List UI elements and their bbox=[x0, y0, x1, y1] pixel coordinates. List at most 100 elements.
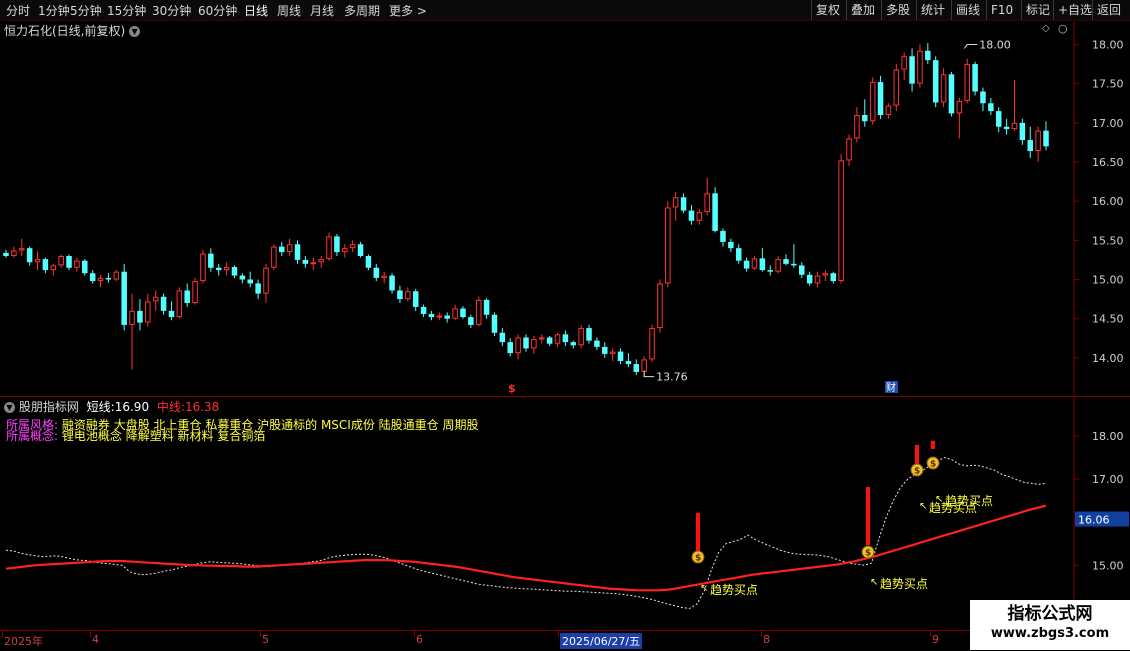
candle-body bbox=[909, 56, 915, 84]
toolbar-button-1[interactable]: 叠加 bbox=[846, 0, 879, 20]
candle-body bbox=[365, 256, 372, 268]
candle-body bbox=[129, 310, 135, 325]
toolbar-button-6[interactable]: 标记 bbox=[1021, 0, 1054, 20]
candle-body bbox=[145, 301, 151, 323]
period-tab-3[interactable]: 15分钟 bbox=[107, 2, 146, 19]
candle-body bbox=[925, 50, 931, 61]
candle-body bbox=[594, 340, 600, 347]
toolbar-button-7[interactable]: +自选 bbox=[1053, 0, 1096, 20]
candle-body bbox=[475, 299, 482, 325]
candle-body bbox=[34, 259, 41, 263]
concept-row: 所属概念: 锂电池概念 降解塑料 新材料 复合铜箔 bbox=[6, 427, 265, 444]
price-tick-label: 15.50 bbox=[1092, 234, 1124, 247]
candle-body bbox=[940, 74, 947, 103]
candle-body bbox=[688, 210, 695, 221]
period-tab-7[interactable]: 周线 bbox=[277, 2, 301, 19]
period-tab-5[interactable]: 60分钟 bbox=[198, 2, 237, 19]
candle-body bbox=[50, 265, 57, 271]
finance-marker[interactable]: 财 bbox=[886, 381, 896, 394]
toolbar-button-5[interactable]: F10 bbox=[986, 0, 1017, 20]
candle-body bbox=[712, 193, 718, 231]
indicator-tick-label: 18.00 bbox=[1092, 430, 1124, 443]
signal-bar bbox=[696, 513, 700, 551]
candle-body bbox=[751, 258, 758, 269]
toolbar-button-4[interactable]: 画线 bbox=[951, 0, 984, 20]
chevron-down-icon[interactable]: ▼ bbox=[4, 402, 15, 413]
candle-body bbox=[948, 74, 955, 114]
candle-body bbox=[1027, 140, 1033, 152]
dividend-marker[interactable]: $ bbox=[508, 382, 516, 395]
signal-label: 趋势买点 bbox=[945, 494, 993, 508]
candle-body bbox=[901, 56, 907, 70]
candle-body bbox=[791, 263, 797, 266]
date-tick-mark bbox=[90, 631, 91, 637]
short-line-label: 短线: bbox=[86, 400, 115, 414]
candle-body bbox=[42, 259, 49, 271]
candle-body bbox=[720, 230, 726, 242]
candle-body bbox=[499, 332, 506, 343]
candle-body bbox=[310, 262, 317, 265]
signal-bar bbox=[866, 487, 870, 545]
price-tick-label: 17.50 bbox=[1092, 78, 1124, 91]
candle-body bbox=[696, 212, 703, 221]
candle-body bbox=[373, 267, 380, 278]
period-tab-1[interactable]: 1分钟 bbox=[38, 2, 70, 19]
candle-body bbox=[657, 283, 663, 329]
toolbar-button-3[interactable]: 统计 bbox=[916, 0, 949, 20]
candle-body bbox=[838, 160, 844, 282]
signal-bar bbox=[931, 441, 935, 449]
candle-body bbox=[854, 115, 860, 139]
candlestick-chart[interactable]: 18.00 17.50 17.00 16.50 16.00 15.50 15.00 14.50… bbox=[0, 21, 1130, 397]
period-tab-4[interactable]: 30分钟 bbox=[152, 2, 191, 19]
candle-body bbox=[137, 310, 143, 323]
signal-arrow-icon: ↖ bbox=[919, 501, 927, 512]
price-tick-label: 14.50 bbox=[1092, 313, 1124, 326]
price-tick-label: 16.00 bbox=[1092, 195, 1124, 208]
candle-body bbox=[381, 275, 387, 278]
watermark-url: www.zbgs3.com bbox=[990, 626, 1110, 641]
price-tick-label: 16.50 bbox=[1092, 156, 1124, 169]
candle-body bbox=[405, 291, 411, 300]
date-label-2: 5 bbox=[262, 633, 269, 646]
money-bag-glyph: $ bbox=[930, 460, 936, 470]
period-toolbar: 分时 1分钟 5分钟 15分钟 30分钟 60分钟 日线 周线 月线 多周期 更多 > 复权 叠加 多股统… bbox=[0, 0, 1130, 21]
period-tab-8[interactable]: 月线 bbox=[310, 2, 334, 19]
circle-icon[interactable]: ○ bbox=[1058, 22, 1068, 35]
candle-body bbox=[247, 279, 253, 284]
period-tab-6[interactable]: 日线 bbox=[244, 2, 268, 19]
period-tab-0[interactable]: 分时 bbox=[6, 2, 30, 19]
candle-body bbox=[869, 82, 876, 122]
date-tick-mark bbox=[414, 631, 415, 637]
candle-body bbox=[562, 334, 569, 343]
period-tab-9[interactable]: 多周期 bbox=[344, 2, 380, 19]
diamond-icon[interactable]: ◇ bbox=[1042, 23, 1050, 34]
candle-body bbox=[767, 270, 773, 272]
signal-label: 趋势买点 bbox=[880, 577, 928, 591]
candle-body bbox=[862, 115, 868, 122]
date-tick-mark bbox=[2, 631, 3, 637]
toolbar-button-2[interactable]: 多股 bbox=[881, 0, 914, 20]
toolbar-button-8[interactable]: 返回 bbox=[1092, 0, 1125, 20]
candle-body bbox=[1035, 130, 1041, 152]
candle-body bbox=[554, 334, 561, 344]
date-label-0: 2025年 bbox=[4, 635, 43, 648]
toolbar-button-0[interactable]: 复权 bbox=[811, 0, 844, 20]
candle-body bbox=[113, 271, 120, 280]
stock-title[interactable]: 恒力石化(日线,前复权) ▼ bbox=[4, 22, 141, 39]
candle-body bbox=[334, 236, 340, 253]
candle-body bbox=[452, 308, 458, 319]
candle-body bbox=[397, 290, 403, 300]
signal-label: 趋势买点 bbox=[710, 583, 758, 597]
candle-body bbox=[200, 253, 206, 282]
signal-arrow-icon: ↖ bbox=[870, 577, 878, 588]
candle-body bbox=[318, 259, 324, 263]
candle-body bbox=[74, 260, 80, 268]
period-tab-2[interactable]: 5分钟 bbox=[70, 2, 102, 19]
candle-body bbox=[735, 248, 742, 261]
date-tick-mark bbox=[930, 631, 931, 637]
chevron-down-icon[interactable]: ▼ bbox=[129, 26, 141, 37]
price-tick-label: 17.00 bbox=[1092, 117, 1124, 130]
period-tab-10[interactable]: 更多 > bbox=[389, 2, 427, 19]
candle-body bbox=[806, 274, 813, 284]
candle-body bbox=[665, 207, 671, 284]
